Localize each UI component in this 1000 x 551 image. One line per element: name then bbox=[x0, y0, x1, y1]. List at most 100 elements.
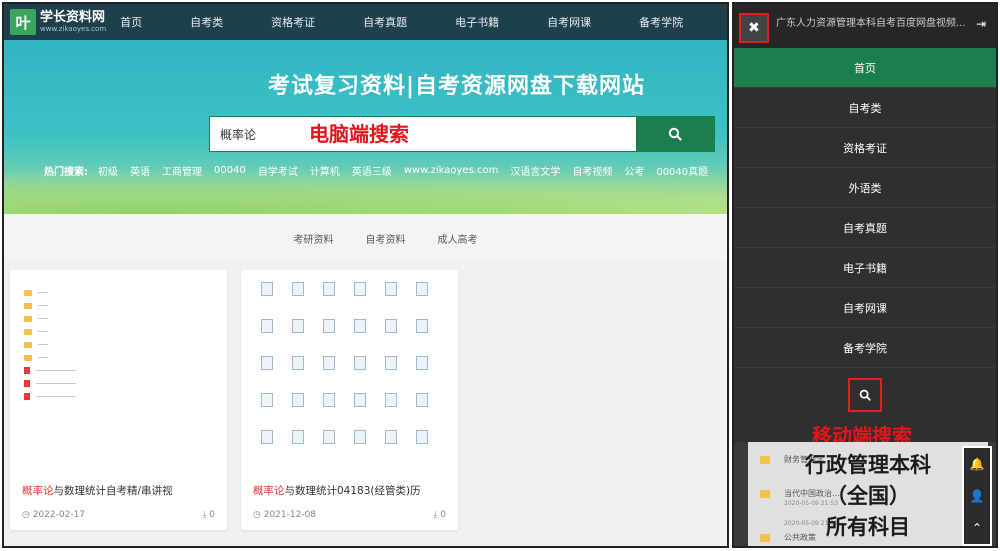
card-thumbnail bbox=[249, 278, 450, 468]
mobile-search-button[interactable] bbox=[848, 378, 882, 412]
card-title[interactable]: 概率论与数理统计自考精/串讲视 bbox=[22, 483, 173, 498]
tab-adult-exam[interactable]: 成人高考 bbox=[438, 231, 478, 246]
doc-file-icon bbox=[377, 430, 405, 446]
doc-file-icon bbox=[346, 430, 374, 446]
doc-file-icon bbox=[346, 282, 374, 298]
doc-file-icon bbox=[253, 393, 281, 409]
card-thumbnail: —— —— —— —— —— —— ———————— ———————— ————… bbox=[18, 278, 219, 468]
card-date: ◷ 2021-12-08 bbox=[253, 510, 317, 520]
doc-file-icon bbox=[284, 319, 312, 335]
nav-prep-college[interactable]: 备考学院 bbox=[639, 14, 683, 30]
top-navbar: 叶 学长资料网 www.zikaoyes.com 首页 自考类 资格考证 自考真… bbox=[4, 4, 727, 40]
folder-icon bbox=[760, 489, 770, 498]
doc-file-icon bbox=[284, 282, 312, 298]
nav-certification[interactable]: 资格考证 bbox=[271, 14, 315, 30]
card-meta: ◷ 2021-12-08 ⤓ 0 bbox=[253, 510, 446, 520]
nav-home[interactable]: 首页 bbox=[120, 14, 142, 30]
doc-file-icon bbox=[315, 282, 343, 298]
back-to-top-icon[interactable]: ⌃ bbox=[964, 512, 990, 544]
folder-icon bbox=[24, 315, 32, 322]
doc-file-icon bbox=[253, 430, 281, 446]
close-icon[interactable]: ✖ bbox=[739, 13, 769, 43]
mobile-menu-prep-college[interactable]: 备考学院 bbox=[734, 328, 996, 368]
folder-icon bbox=[24, 328, 32, 335]
doc-file-icon bbox=[315, 356, 343, 372]
mobile-menu-home[interactable]: 首页 bbox=[734, 48, 996, 88]
search-button[interactable] bbox=[636, 117, 714, 151]
mobile-menu-zikao[interactable]: 自考类 bbox=[734, 88, 996, 128]
pdf-icon bbox=[24, 380, 30, 387]
card-date: ◷ 2022-02-17 bbox=[22, 510, 86, 520]
tab-zikao-materials[interactable]: 自考资料 bbox=[366, 231, 406, 246]
hot-label: 热门搜索: bbox=[44, 167, 88, 178]
mobile-menu-certification[interactable]: 资格考证 bbox=[734, 128, 996, 168]
folder-icon bbox=[760, 455, 770, 464]
subject-overlay-text: 行政管理本科 （全国） 所有科目 bbox=[805, 453, 931, 539]
hero-title: 考试复习资料|自考资源网盘下载网站 bbox=[267, 74, 645, 99]
resource-card[interactable]: —— —— —— —— —— —— ———————— ———————— ————… bbox=[10, 270, 227, 530]
mobile-menu-past-papers[interactable]: 自考真题 bbox=[734, 208, 996, 248]
hot-item[interactable]: 初级 bbox=[98, 163, 118, 178]
logo-url: www.zikaoyes.com bbox=[40, 25, 107, 33]
mobile-menu-ebooks[interactable]: 电子书籍 bbox=[734, 248, 996, 288]
pdf-icon bbox=[24, 367, 30, 374]
doc-file-icon bbox=[346, 393, 374, 409]
hot-item[interactable]: 自考视频 bbox=[572, 163, 612, 178]
card-meta: ◷ 2022-02-17 ⤓ 0 bbox=[22, 510, 215, 520]
hot-item[interactable]: 英语 bbox=[130, 163, 150, 178]
bell-icon[interactable]: 🔔 bbox=[964, 448, 990, 480]
search-icon bbox=[859, 389, 871, 401]
doc-file-icon bbox=[377, 356, 405, 372]
hot-item[interactable]: 英语三级 bbox=[352, 163, 392, 178]
screenshot-root: 叶 学长资料网 www.zikaoyes.com 首页 自考类 资格考证 自考真… bbox=[0, 0, 1000, 551]
hot-item[interactable]: 公考 bbox=[624, 163, 644, 178]
folder-icon bbox=[24, 302, 32, 309]
folder-icon bbox=[24, 354, 32, 361]
hero-banner: 考试复习资料|自考资源网盘下载网站 电脑端搜索 热门搜索: 初级 英语 工商管理… bbox=[4, 40, 727, 214]
doc-file-icon bbox=[408, 430, 436, 446]
search-input[interactable] bbox=[210, 117, 636, 151]
search-bar bbox=[209, 116, 715, 152]
doc-file-icon bbox=[284, 393, 312, 409]
doc-file-icon bbox=[315, 319, 343, 335]
doc-file-icon bbox=[315, 393, 343, 409]
nav-ebooks[interactable]: 电子书籍 bbox=[455, 14, 499, 30]
hot-item[interactable]: 工商管理 bbox=[162, 163, 202, 178]
pdf-icon bbox=[24, 393, 30, 400]
mobile-top-title: 广东人力资源管理本科自考百度网盘视频... bbox=[776, 18, 966, 29]
card-downloads: ⤓ 0 bbox=[202, 510, 215, 520]
site-logo[interactable]: 叶 学长资料网 www.zikaoyes.com bbox=[4, 9, 106, 35]
doc-file-icon bbox=[253, 319, 281, 335]
main-nav: 首页 自考类 资格考证 自考真题 电子书籍 自考网课 备考学院 bbox=[120, 14, 727, 30]
logo-name: 学长资料网 bbox=[40, 10, 106, 25]
file-grid bbox=[249, 278, 450, 468]
doc-file-icon bbox=[346, 356, 374, 372]
hot-item[interactable]: www.zikaoyes.com bbox=[404, 165, 499, 176]
hot-item[interactable]: 00040真题 bbox=[656, 163, 708, 178]
nav-past-papers[interactable]: 自考真题 bbox=[363, 14, 407, 30]
doc-file-icon bbox=[408, 356, 436, 372]
mobile-side-toolbar: 🔔 👤 ⌃ bbox=[962, 446, 992, 546]
hot-item[interactable]: 00040 bbox=[214, 165, 246, 176]
mobile-menu-foreign-language[interactable]: 外语类 bbox=[734, 168, 996, 208]
search-icon bbox=[668, 127, 682, 141]
hot-item[interactable]: 计算机 bbox=[310, 163, 340, 178]
doc-file-icon bbox=[253, 356, 281, 372]
nav-zikao[interactable]: 自考类 bbox=[190, 14, 223, 30]
doc-file-icon bbox=[377, 393, 405, 409]
category-tabs: 考研资料 自考资料 成人高考 bbox=[4, 214, 727, 262]
tab-kaoyan[interactable]: 考研资料 bbox=[294, 231, 334, 246]
login-icon[interactable]: ⇥ bbox=[976, 17, 986, 31]
nav-online-courses[interactable]: 自考网课 bbox=[547, 14, 591, 30]
doc-file-icon bbox=[377, 319, 405, 335]
folder-icon bbox=[24, 289, 32, 296]
doc-file-icon bbox=[315, 430, 343, 446]
leaf-logo-icon: 叶 bbox=[10, 9, 36, 35]
mobile-menu-online-courses[interactable]: 自考网课 bbox=[734, 288, 996, 328]
card-downloads: ⤓ 0 bbox=[433, 510, 446, 520]
hot-item[interactable]: 自学考试 bbox=[258, 163, 298, 178]
resource-card[interactable]: 概率论与数理统计04183(经管类)历 ◷ 2021-12-08 ⤓ 0 bbox=[241, 270, 458, 530]
hot-item[interactable]: 汉语言文学 bbox=[510, 163, 560, 178]
user-icon[interactable]: 👤 bbox=[964, 480, 990, 512]
card-title[interactable]: 概率论与数理统计04183(经管类)历 bbox=[253, 483, 421, 498]
